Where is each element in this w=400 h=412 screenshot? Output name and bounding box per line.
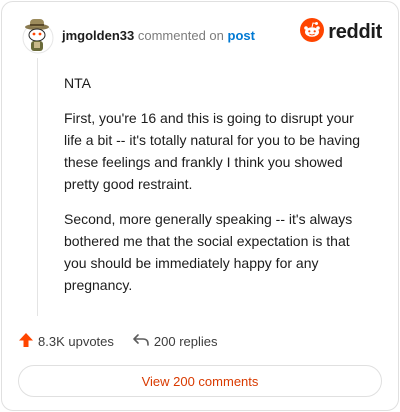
- comment-card: jmgolden33 commented on post reddit NTA …: [1, 1, 399, 411]
- commented-on-text: commented on: [137, 28, 224, 43]
- reddit-logo-icon: [300, 17, 325, 47]
- upvote-count: 8.3K upvotes: [38, 333, 114, 349]
- thread-line: [37, 58, 38, 316]
- replies-count: 200 replies: [153, 333, 218, 349]
- reddit-wordmark: reddit: [328, 20, 382, 43]
- reddit-brand[interactable]: reddit: [300, 17, 382, 47]
- replies-button[interactable]: 200 replies: [132, 332, 218, 351]
- comment-header: jmgolden33 commented on post reddit: [18, 16, 382, 56]
- comment-paragraph: NTA: [64, 75, 91, 91]
- post-link[interactable]: post: [228, 28, 255, 43]
- comment-paragraph: First, you're 16 and this is going to di…: [64, 110, 361, 192]
- view-comments-button[interactable]: View 200 comments: [18, 365, 382, 397]
- avatar[interactable]: [18, 16, 58, 56]
- reply-arrow-icon: [132, 332, 154, 351]
- username-link[interactable]: jmgolden33: [62, 28, 134, 43]
- comment-body: NTA First, you're 16 and this is going t…: [64, 72, 374, 309]
- comment-meta: jmgolden33 commented on post: [62, 28, 255, 43]
- upvote-button[interactable]: 8.3K upvotes: [18, 332, 114, 351]
- upvote-arrow-icon: [18, 332, 38, 351]
- comment-actions: 8.3K upvotes 200 replies: [18, 330, 236, 352]
- comment-paragraph: Second, more generally speaking -- it's …: [64, 211, 353, 293]
